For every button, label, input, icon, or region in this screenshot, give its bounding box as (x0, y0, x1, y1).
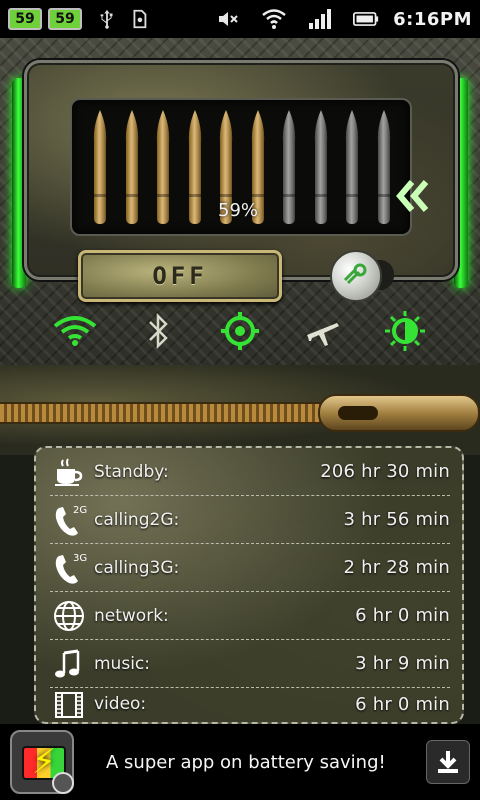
usb-icon (94, 6, 120, 32)
settings-button[interactable] (330, 250, 382, 302)
wifi-icon (53, 316, 97, 346)
zipper-pull[interactable] (318, 394, 480, 432)
mute-icon (215, 6, 241, 32)
quick-toggles (0, 306, 480, 356)
calling2g-label: calling2G: (94, 509, 180, 530)
brightness-icon (384, 311, 425, 351)
battery-level-display: 59% (70, 98, 412, 236)
music-value: 3 hr 9 min (355, 653, 450, 674)
sd-card-icon (126, 6, 152, 32)
wifi-icon (261, 6, 287, 32)
status-bar: 59 59 6:16PM (0, 0, 480, 38)
svg-text:3G: 3G (73, 553, 87, 564)
standby-value: 206 hr 30 min (320, 461, 450, 482)
app-icon[interactable]: ⚡ (10, 730, 74, 794)
list-item: music: 3 hr 9 min (50, 640, 450, 688)
battery-panel: 59% OFF (0, 38, 480, 365)
bluetooth-icon (148, 312, 168, 350)
phone-3g-icon: 3G (50, 549, 88, 587)
wrench-icon (343, 263, 367, 285)
battery-icon (353, 6, 379, 32)
gps-toggle[interactable] (217, 308, 263, 354)
battery-bullet (374, 108, 394, 226)
download-button[interactable] (426, 740, 470, 784)
list-item: network: 6 hr 0 min (50, 592, 450, 640)
list-item: Standby: 206 hr 30 min (50, 448, 450, 496)
network-label: network: (94, 605, 169, 626)
battery-bullet (342, 108, 362, 226)
battery-bullet (122, 108, 142, 226)
airplane-icon (307, 323, 340, 346)
battery-bullet (185, 108, 205, 226)
battery-bullet (279, 108, 299, 226)
airplane-toggle[interactable] (299, 308, 345, 354)
globe-icon (50, 597, 88, 635)
list-item: 3G calling3G: 2 hr 28 min (50, 544, 450, 592)
notification-badge-2: 59 (48, 8, 82, 30)
calling2g-value: 3 hr 56 min (343, 509, 450, 530)
svg-text:2G: 2G (73, 505, 87, 516)
lightning-icon: ⚡ (32, 742, 56, 782)
phone-2g-icon: 2G (50, 501, 88, 539)
coffee-icon (50, 453, 88, 491)
wifi-toggle[interactable] (52, 308, 98, 354)
standby-label: Standby: (94, 461, 169, 482)
ad-text: A super app on battery saving! (106, 751, 386, 773)
target-icon (220, 312, 259, 350)
list-item: 2G calling2G: 3 hr 56 min (50, 496, 450, 544)
battery-bullet (311, 108, 331, 226)
off-button-label: OFF (152, 262, 208, 290)
usage-estimates-card: Standby: 206 hr 30 min 2G calling2G: 3 h… (34, 446, 464, 724)
notification-badge-1: 59 (8, 8, 42, 30)
video-label: video: (94, 694, 147, 714)
film-icon (50, 685, 88, 723)
calling3g-label: calling3G: (94, 557, 180, 578)
collapse-chevron-icon[interactable] (392, 176, 432, 225)
clock: 6:16PM (393, 8, 472, 30)
battery-saver-off-button[interactable]: OFF (78, 250, 282, 302)
battery-bullet (90, 108, 110, 226)
bluetooth-toggle[interactable] (135, 308, 181, 354)
music-note-icon (50, 645, 88, 683)
ad-banner[interactable]: ⚡ A super app on battery saving! (0, 724, 480, 800)
brightness-toggle[interactable] (382, 308, 428, 354)
list-item: video: 6 hr 0 min (50, 684, 450, 724)
calling3g-value: 2 hr 28 min (343, 557, 450, 578)
signal-icon (307, 6, 333, 32)
download-icon (438, 751, 458, 773)
network-value: 6 hr 0 min (355, 605, 450, 626)
music-label: music: (94, 653, 150, 674)
battery-bullet (153, 108, 173, 226)
video-value: 6 hr 0 min (355, 693, 450, 715)
battery-percent: 59% (218, 200, 259, 221)
paw-badge-icon (52, 772, 74, 794)
